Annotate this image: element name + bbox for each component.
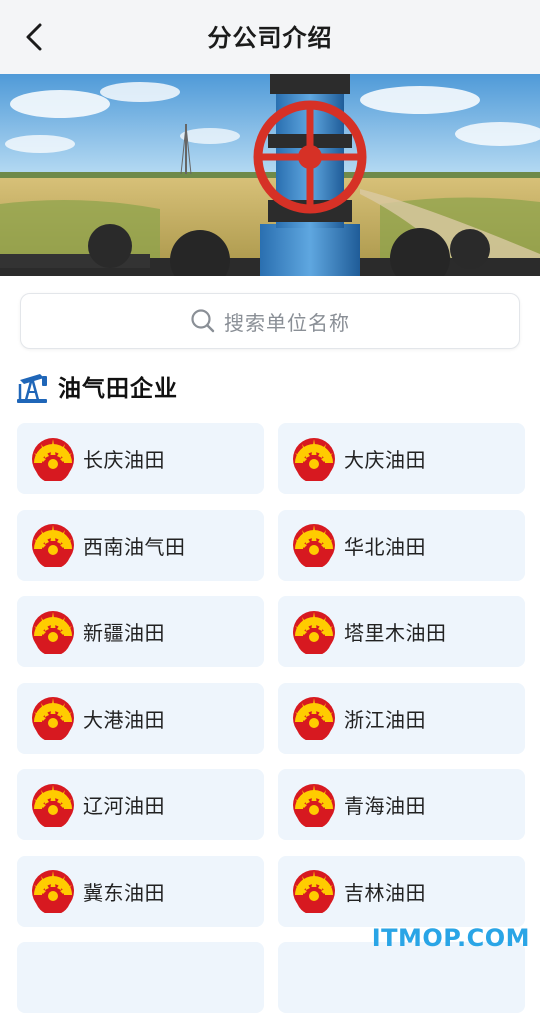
company-card[interactable]: 浙江油田 (278, 682, 525, 754)
company-card-partial[interactable] (278, 942, 525, 1013)
company-card[interactable]: 大港油田 (17, 682, 264, 754)
company-name: 塔里木油田 (344, 621, 447, 645)
petrochina-logo-icon (293, 783, 335, 827)
petrochina-logo-icon (32, 783, 74, 827)
company-name: 西南油气田 (83, 534, 186, 559)
company-name: 大港油田 (83, 707, 165, 732)
page-title: 分公司介绍 (207, 24, 333, 52)
petrochina-logo-icon (293, 697, 335, 740)
company-card[interactable]: 新疆油田 (17, 596, 264, 667)
company-name: 吉林油田 (344, 880, 426, 905)
search-placeholder: 搜索单位名称 (224, 310, 350, 335)
search-icon (191, 309, 215, 333)
company-card[interactable]: 西南油气田 (17, 509, 264, 581)
banner-image (0, 74, 540, 276)
company-card[interactable]: 塔里木油田 (278, 596, 525, 667)
watermark: ITMOP.COM (371, 924, 530, 952)
petrochina-logo-icon (293, 437, 335, 481)
company-card-partial[interactable] (17, 942, 264, 1013)
search-input[interactable]: 搜索单位名称 (20, 293, 520, 349)
company-name: 长庆油田 (83, 448, 165, 472)
petrochina-logo-icon (32, 437, 74, 481)
company-card[interactable]: 辽河油田 (17, 769, 264, 840)
petrochina-logo-icon (32, 870, 74, 913)
company-name: 辽河油田 (83, 794, 165, 818)
company-name: 青海油田 (344, 794, 426, 818)
company-name: 冀东油田 (83, 880, 165, 905)
oil-pump-icon (17, 374, 47, 403)
petrochina-logo-icon (32, 610, 74, 654)
company-name: 华北油田 (344, 534, 426, 559)
company-card[interactable]: 冀东油田 (17, 855, 264, 927)
petrochina-logo-icon (32, 524, 74, 567)
top-bar: 分公司介绍 (0, 0, 540, 74)
company-name: 大庆油田 (344, 448, 426, 472)
company-name: 新疆油田 (83, 621, 165, 645)
company-name: 浙江油田 (344, 707, 426, 732)
company-card[interactable]: 大庆油田 (278, 423, 525, 494)
company-card[interactable]: 青海油田 (278, 769, 525, 840)
petrochina-logo-icon (32, 697, 74, 740)
company-card[interactable]: 华北油田 (278, 509, 525, 581)
section-title: 油气田企业 (58, 376, 178, 402)
petrochina-logo-icon (293, 870, 335, 913)
petrochina-logo-icon (293, 610, 335, 654)
section-header: 油气田企业 (16, 366, 178, 406)
company-card[interactable]: 吉林油田 (278, 855, 525, 927)
petrochina-logo-icon (293, 524, 335, 567)
company-card[interactable]: 长庆油田 (17, 423, 264, 494)
